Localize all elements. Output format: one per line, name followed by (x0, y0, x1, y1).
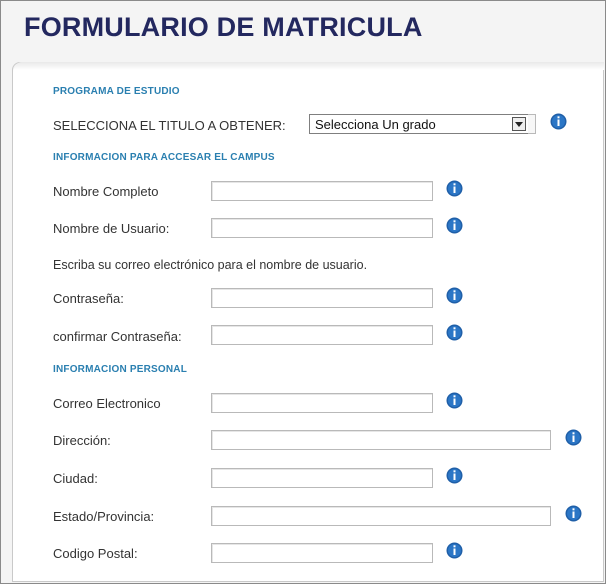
state-label: Estado/Provincia: (53, 509, 155, 524)
city-input[interactable] (211, 468, 433, 488)
address-label: Dirección: (53, 433, 111, 448)
confirm-password-label: confirmar Contraseña: (53, 329, 182, 344)
username-note: Escriba su correo electrónico para el no… (53, 258, 368, 272)
confirm-password-input[interactable] (211, 325, 433, 345)
form-panel-header (14, 62, 604, 70)
password-label: Contraseña: (53, 291, 124, 306)
info-icon[interactable] (446, 542, 463, 559)
section-campus-title: INFORMACION PARA ACCESAR EL CAMPUS (53, 152, 275, 163)
state-input[interactable] (211, 506, 551, 526)
full-name-label: Nombre Completo (53, 184, 159, 199)
info-icon[interactable] (446, 287, 463, 304)
info-icon[interactable] (446, 324, 463, 341)
zip-input[interactable] (211, 543, 433, 563)
degree-select[interactable]: Selecciona Un grado (309, 114, 529, 134)
address-input[interactable] (211, 430, 551, 450)
username-label: Nombre de Usuario: (53, 221, 170, 236)
chevron-down-icon[interactable] (512, 117, 526, 131)
city-label: Ciudad: (53, 471, 98, 486)
info-icon[interactable] (446, 180, 463, 197)
degree-select-edge (528, 114, 536, 134)
info-icon[interactable] (565, 505, 582, 522)
info-icon[interactable] (565, 429, 582, 446)
info-icon[interactable] (550, 113, 567, 130)
username-input[interactable] (211, 218, 433, 238)
email-label: Correo Electronico (53, 396, 161, 411)
form-panel (12, 62, 604, 582)
page-title: FORMULARIO DE MATRICULA (24, 12, 423, 42)
section-personal-title: INFORMACION PERSONAL (53, 364, 187, 375)
info-icon[interactable] (446, 217, 463, 234)
info-icon[interactable] (446, 467, 463, 484)
info-icon[interactable] (446, 392, 463, 409)
email-input[interactable] (211, 393, 433, 413)
password-input[interactable] (211, 288, 433, 308)
full-name-input[interactable] (211, 181, 433, 201)
degree-label: SELECCIONA EL TITULO A OBTENER: (53, 118, 286, 133)
degree-select-value: Selecciona Un grado (315, 116, 436, 132)
zip-label: Codigo Postal: (53, 546, 138, 561)
section-program-title: PROGRAMA DE ESTUDIO (53, 86, 180, 97)
